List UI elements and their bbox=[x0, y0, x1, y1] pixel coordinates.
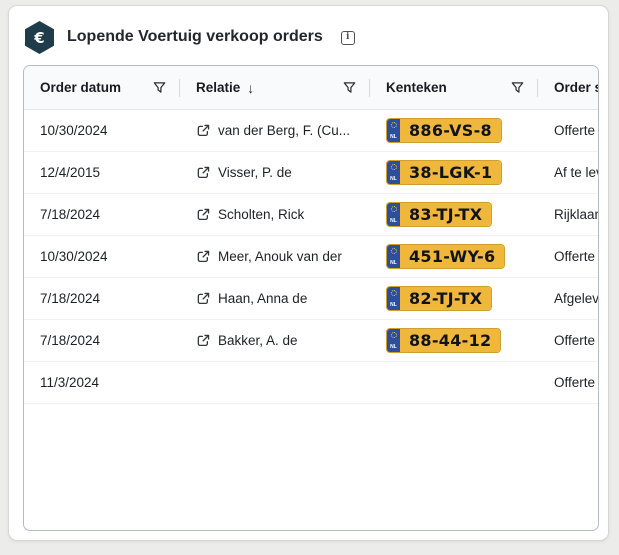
column-label: Kenteken bbox=[386, 80, 447, 95]
column-label: Relatie bbox=[196, 80, 240, 95]
cell-relatie: Meer, Anouk van der bbox=[180, 236, 370, 277]
plate-number: 38-LGK-1 bbox=[400, 161, 501, 184]
license-plate: NL 886-VS-8 bbox=[386, 118, 502, 143]
table-row[interactable]: 11/3/2024 Offerte bbox=[24, 362, 599, 404]
cell-kenteken: NL 451-WY-6 bbox=[370, 236, 538, 277]
plate-country: NL bbox=[390, 219, 397, 224]
external-link-icon[interactable] bbox=[196, 291, 211, 306]
cell-kenteken: NL 83-TJ-TX bbox=[370, 194, 538, 235]
plate-eu-strip: NL bbox=[387, 329, 400, 352]
table-row[interactable]: 7/18/2024 Bakker, A. de NL 88-44-12 Offe… bbox=[24, 320, 599, 362]
column-header-order-status[interactable]: Order status bbox=[538, 66, 599, 109]
eu-stars-icon bbox=[391, 290, 397, 296]
cell-order-datum: 7/18/2024 bbox=[24, 320, 180, 361]
plate-country: NL bbox=[390, 345, 397, 350]
plate-number: 886-VS-8 bbox=[400, 119, 501, 142]
plate-country: NL bbox=[390, 177, 397, 182]
filter-funnel-icon[interactable] bbox=[153, 81, 166, 94]
license-plate: NL 83-TJ-TX bbox=[386, 202, 492, 227]
external-link-icon[interactable] bbox=[196, 249, 211, 264]
plate-number: 451-WY-6 bbox=[400, 245, 504, 268]
plate-number: 82-TJ-TX bbox=[400, 287, 491, 310]
info-icon[interactable]: i bbox=[341, 31, 355, 45]
plate-number: 83-TJ-TX bbox=[400, 203, 491, 226]
plate-eu-strip: NL bbox=[387, 287, 400, 310]
cell-order-datum: 10/30/2024 bbox=[24, 236, 180, 277]
relatie-name: Bakker, A. de bbox=[218, 333, 298, 348]
cell-order-status: Rijklaar maken bbox=[538, 194, 599, 235]
eu-stars-icon bbox=[391, 122, 397, 128]
svg-text:€: € bbox=[33, 29, 44, 47]
license-plate: NL 451-WY-6 bbox=[386, 244, 505, 269]
cell-kenteken-empty bbox=[370, 362, 538, 403]
plate-eu-strip: NL bbox=[387, 161, 400, 184]
plate-country: NL bbox=[390, 261, 397, 266]
plate-country: NL bbox=[390, 303, 397, 308]
page-title: Lopende Voertuig verkoop orders bbox=[67, 28, 323, 46]
cell-relatie-empty bbox=[180, 362, 370, 403]
table-row[interactable]: 10/30/2024 Meer, Anouk van der NL 451-WY… bbox=[24, 236, 599, 278]
cell-relatie: Visser, P. de bbox=[180, 152, 370, 193]
license-plate: NL 38-LGK-1 bbox=[386, 160, 502, 185]
column-label: Order datum bbox=[40, 80, 121, 95]
column-header-kenteken[interactable]: Kenteken bbox=[370, 66, 538, 109]
card-header: € Lopende Voertuig verkoop orders i bbox=[9, 6, 608, 65]
table-row[interactable]: 7/18/2024 Haan, Anna de NL 82-TJ-TX Afge… bbox=[24, 278, 599, 320]
license-plate: NL 82-TJ-TX bbox=[386, 286, 492, 311]
orders-table: Order datum Relatie ↓ Kenteken bbox=[23, 65, 599, 531]
widget-card: € Lopende Voertuig verkoop orders i Orde… bbox=[8, 5, 609, 541]
table-row[interactable]: 10/30/2024 van der Berg, F. (Cu... NL 88… bbox=[24, 110, 599, 152]
eu-stars-icon bbox=[391, 164, 397, 170]
plate-country: NL bbox=[390, 135, 397, 140]
cell-relatie: Scholten, Rick bbox=[180, 194, 370, 235]
cell-order-status: Af te leveren bbox=[538, 152, 599, 193]
cell-order-datum: 7/18/2024 bbox=[24, 194, 180, 235]
cell-relatie: Bakker, A. de bbox=[180, 320, 370, 361]
cell-relatie: van der Berg, F. (Cu... bbox=[180, 110, 370, 151]
cell-kenteken: NL 38-LGK-1 bbox=[370, 152, 538, 193]
cell-order-datum: 10/30/2024 bbox=[24, 110, 180, 151]
cell-order-status: Offerte bbox=[538, 362, 599, 403]
relatie-name: Haan, Anna de bbox=[218, 291, 307, 306]
column-label: Order status bbox=[554, 80, 599, 95]
eu-stars-icon bbox=[391, 332, 397, 338]
table-header-row: Order datum Relatie ↓ Kenteken bbox=[24, 66, 599, 110]
column-header-relatie[interactable]: Relatie ↓ bbox=[180, 66, 370, 109]
cell-relatie: Haan, Anna de bbox=[180, 278, 370, 319]
relatie-name: Visser, P. de bbox=[218, 165, 292, 180]
cell-order-datum: 7/18/2024 bbox=[24, 278, 180, 319]
relatie-name: Scholten, Rick bbox=[218, 207, 304, 222]
external-link-icon[interactable] bbox=[196, 123, 211, 138]
plate-eu-strip: NL bbox=[387, 203, 400, 226]
cell-order-status: Offerte bbox=[538, 110, 599, 151]
relatie-name: van der Berg, F. (Cu... bbox=[218, 123, 350, 138]
cell-order-status: Afgeleverd bbox=[538, 278, 599, 319]
table-row[interactable]: 7/18/2024 Scholten, Rick NL 83-TJ-TX Rij… bbox=[24, 194, 599, 236]
relatie-name: Meer, Anouk van der bbox=[218, 249, 342, 264]
filter-funnel-icon[interactable] bbox=[343, 81, 356, 94]
cell-order-status: Offerte bbox=[538, 236, 599, 277]
external-link-icon[interactable] bbox=[196, 165, 211, 180]
plate-eu-strip: NL bbox=[387, 245, 400, 268]
cell-kenteken: NL 88-44-12 bbox=[370, 320, 538, 361]
eu-stars-icon bbox=[391, 206, 397, 212]
external-link-icon[interactable] bbox=[196, 333, 211, 348]
cell-order-status: Offerte bbox=[538, 320, 599, 361]
cell-order-datum: 11/3/2024 bbox=[24, 362, 180, 403]
table-row[interactable]: 12/4/2015 Visser, P. de NL 38-LGK-1 Af t… bbox=[24, 152, 599, 194]
license-plate: NL 88-44-12 bbox=[386, 328, 501, 353]
orders-table-inner: Order datum Relatie ↓ Kenteken bbox=[24, 66, 599, 404]
filter-funnel-icon[interactable] bbox=[511, 81, 524, 94]
external-link-icon[interactable] bbox=[196, 207, 211, 222]
column-header-order-datum[interactable]: Order datum bbox=[24, 66, 180, 109]
sort-desc-icon: ↓ bbox=[247, 80, 254, 96]
plate-eu-strip: NL bbox=[387, 119, 400, 142]
cell-order-datum: 12/4/2015 bbox=[24, 152, 180, 193]
eu-stars-icon bbox=[391, 248, 397, 254]
plate-number: 88-44-12 bbox=[400, 329, 500, 352]
euro-hexagon-icon: € bbox=[25, 21, 54, 54]
cell-kenteken: NL 82-TJ-TX bbox=[370, 278, 538, 319]
cell-kenteken: NL 886-VS-8 bbox=[370, 110, 538, 151]
